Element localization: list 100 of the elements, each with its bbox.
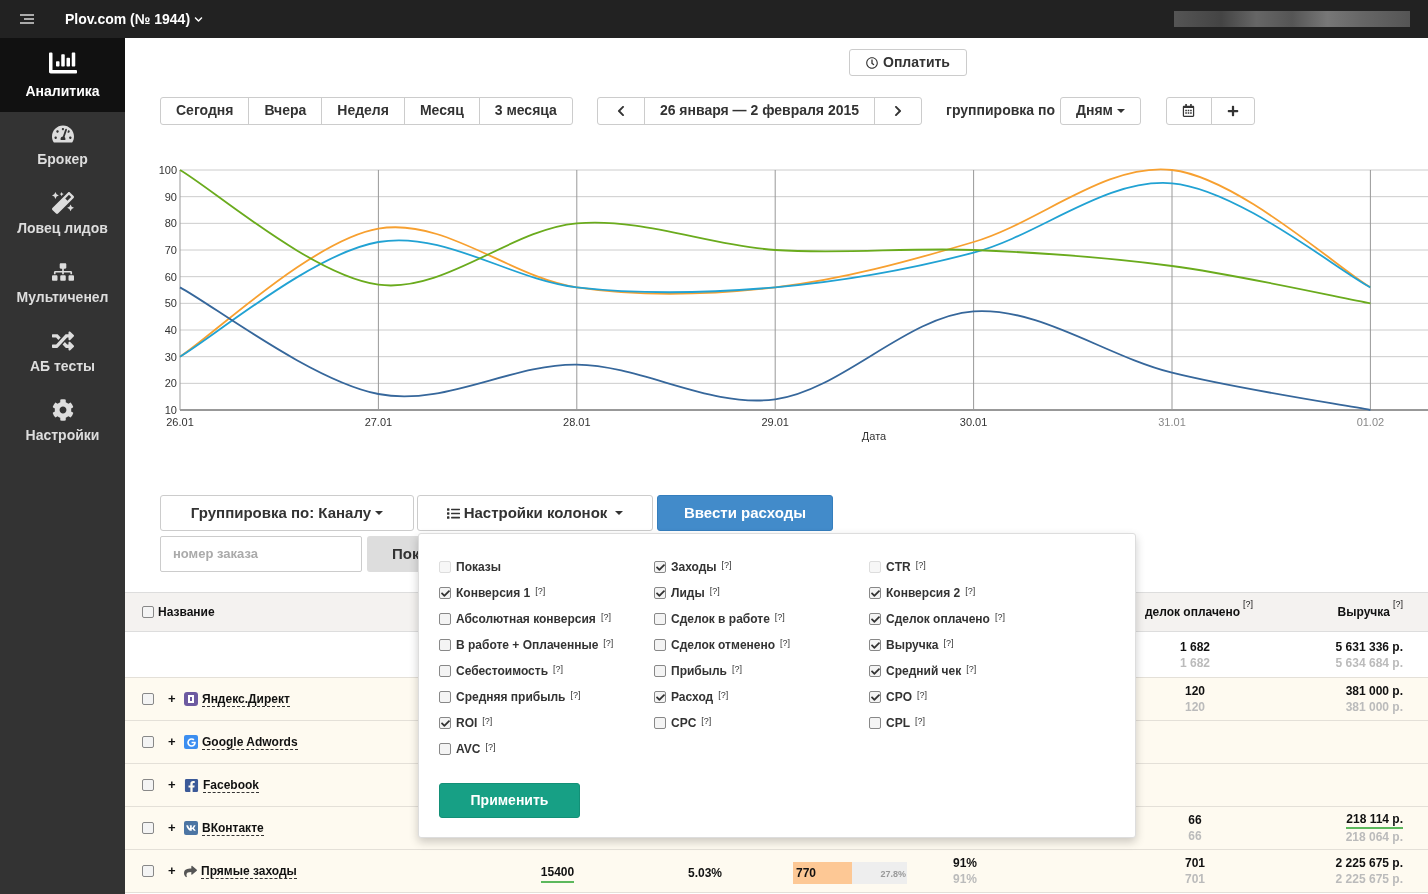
column-header[interactable]: делок оплачено — [1144, 603, 1241, 621]
order-number-field[interactable]: номер заказа — [160, 536, 362, 572]
table-row[interactable]: + Прямые заходы 15400 5.03% 770 27.8% 91% 91% 701 701 2 225 675 р. 2 225 675 р. — [125, 850, 1428, 893]
date-range[interactable]: 26 января — 2 февраля 2015 — [643, 96, 876, 125]
channel-link[interactable]: ВКонтакте — [202, 820, 264, 836]
expand-toggle[interactable]: + — [168, 818, 174, 838]
help-hint[interactable]: [?] — [535, 585, 546, 599]
checkbox[interactable] — [141, 822, 154, 834]
option-label[interactable]: CPO — [886, 688, 912, 706]
channel-link[interactable]: Google Adwords — [202, 734, 298, 750]
checkbox[interactable] — [141, 693, 154, 705]
help-hint[interactable]: [?] — [994, 611, 1005, 625]
help-hint[interactable]: [?] — [732, 663, 742, 677]
checkbox[interactable] — [141, 736, 154, 748]
option-label[interactable]: Выручка — [886, 636, 939, 654]
help-hint[interactable]: [?] — [1393, 598, 1403, 621]
enter-expenses-button[interactable]: Ввести расходы — [657, 495, 833, 531]
option-label[interactable]: Заходы — [671, 558, 717, 576]
option-label[interactable]: Лиды — [671, 584, 705, 602]
checkbox[interactable] — [869, 639, 881, 651]
channel-link[interactable]: Facebook — [203, 777, 259, 793]
help-hint[interactable]: [?] — [943, 637, 954, 651]
option-label[interactable]: CPC — [671, 714, 697, 732]
help-hint[interactable]: [?] — [482, 715, 493, 729]
help-hint[interactable]: [?] — [553, 663, 564, 677]
checkbox[interactable] — [654, 561, 666, 573]
project-selector[interactable]: Plov.com (№ 1944) — [65, 8, 204, 30]
add-button[interactable] — [1210, 96, 1255, 125]
period-tab[interactable]: Сегодня — [160, 96, 250, 125]
expand-toggle[interactable]: + — [168, 861, 174, 881]
pay-button[interactable]: Оплатить — [849, 49, 967, 76]
checkbox[interactable] — [141, 779, 154, 791]
help-hint[interactable]: [?] — [718, 689, 729, 703]
checkbox[interactable] — [439, 665, 451, 677]
checkbox[interactable] — [141, 865, 154, 877]
help-hint[interactable]: [?] — [915, 715, 925, 729]
sidebar-item[interactable]: Аналитика — [0, 38, 125, 112]
sidebar-item[interactable]: АБ тесты — [0, 319, 125, 388]
checkbox[interactable] — [654, 587, 666, 599]
help-hint[interactable]: [?] — [965, 585, 976, 599]
checkbox[interactable] — [654, 665, 666, 677]
sidebar-item[interactable]: Брокер — [0, 112, 125, 181]
checkbox[interactable] — [654, 691, 666, 703]
group-by-dropdown[interactable]: Группировка по: Каналу — [160, 495, 414, 531]
checkbox[interactable] — [439, 613, 451, 625]
checkbox[interactable] — [439, 587, 451, 599]
checkbox[interactable] — [869, 691, 881, 703]
checkbox[interactable] — [869, 587, 881, 599]
help-hint[interactable]: [?] — [780, 637, 791, 651]
option-label[interactable]: AVC — [456, 740, 481, 758]
help-hint[interactable]: [?] — [603, 637, 614, 651]
period-tab[interactable]: Месяц — [403, 96, 480, 125]
column-header[interactable]: Выручка — [1337, 603, 1390, 621]
checkbox[interactable] — [869, 613, 881, 625]
expand-toggle[interactable]: + — [168, 732, 174, 752]
help-hint[interactable]: [?] — [570, 689, 581, 703]
checkbox[interactable] — [439, 691, 451, 703]
checkbox[interactable] — [654, 717, 666, 729]
option-label[interactable]: Сделок отменено — [671, 636, 776, 654]
help-hint[interactable]: [?] — [1243, 598, 1254, 621]
period-tab[interactable]: Вчера — [248, 96, 323, 125]
option-label[interactable]: Абсолютная конверсия — [456, 610, 596, 628]
checkbox[interactable] — [869, 717, 881, 729]
period-tab[interactable]: Неделя — [321, 96, 405, 125]
help-hint[interactable]: [?] — [774, 611, 785, 625]
channel-link[interactable]: Яндекс.Директ — [202, 691, 290, 707]
help-hint[interactable]: [?] — [485, 741, 496, 755]
option-label[interactable]: В работе + Оплаченные — [456, 636, 599, 654]
checkbox[interactable] — [654, 613, 666, 625]
option-label[interactable]: Средний чек — [886, 662, 962, 680]
option-label[interactable]: ROI — [456, 714, 478, 732]
option-label[interactable]: Конверсия 2 — [886, 584, 961, 602]
checkbox[interactable] — [654, 639, 666, 651]
grouping-dropdown[interactable]: Дням — [1060, 96, 1141, 125]
option-label[interactable]: Себестоимость — [456, 662, 549, 680]
option-label[interactable]: Прибыль — [671, 662, 727, 680]
calendar-button[interactable] — [1165, 96, 1212, 125]
sidebar-item[interactable]: Мультиченел — [0, 250, 125, 319]
option-label[interactable]: Конверсия 1 — [456, 584, 531, 602]
checkbox[interactable] — [439, 639, 451, 651]
option-label[interactable]: Сделок в работе — [671, 610, 770, 628]
expand-toggle[interactable]: + — [168, 689, 174, 709]
checkbox[interactable] — [439, 717, 451, 729]
sidebar-item[interactable]: Ловец лидов — [0, 181, 125, 250]
channel-link[interactable]: Прямые заходы — [201, 863, 297, 879]
checkbox[interactable] — [439, 743, 451, 755]
option-label[interactable]: Расход — [671, 688, 714, 706]
option-label[interactable]: CPL — [886, 714, 910, 732]
help-hint[interactable]: [?] — [966, 663, 977, 677]
option-label[interactable]: Сделок оплачено — [886, 610, 990, 628]
help-hint[interactable]: [?] — [701, 715, 712, 729]
help-hint[interactable]: [?] — [917, 689, 928, 703]
help-hint[interactable]: [?] — [600, 611, 611, 625]
help-hint[interactable]: [?] — [709, 585, 720, 599]
checkbox[interactable] — [141, 606, 154, 618]
option-label[interactable]: Средняя прибыль — [456, 688, 566, 706]
expand-toggle[interactable]: + — [168, 775, 174, 795]
sidebar-item[interactable]: Настройки — [0, 388, 125, 457]
help-hint[interactable]: [?] — [721, 559, 732, 573]
checkbox[interactable] — [869, 665, 881, 677]
